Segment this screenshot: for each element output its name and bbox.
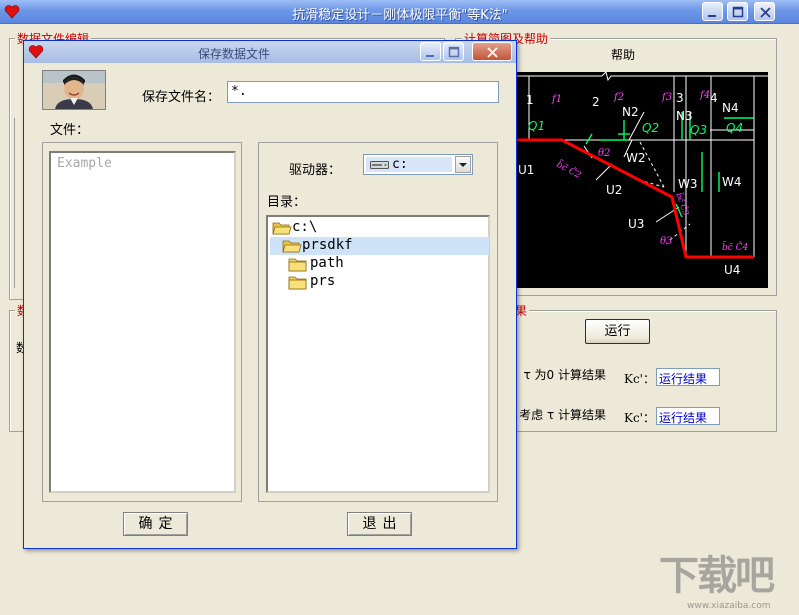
open-folder-icon [272,222,292,235]
portrait-image [43,71,105,109]
open-folder-icon [282,240,302,253]
directory-item-label: prs [310,273,336,289]
diagram-label-f3: f3 [661,92,672,103]
directory-item-root[interactable]: c:\ [270,219,486,237]
diagram-label-q3: Q3 [690,123,707,137]
files-label: 文件： [50,123,90,138]
red-heart-icon [4,5,20,19]
watermark: 下载吧 www.xiazaiba.com [659,543,789,613]
diagram-label-4: 4 [710,91,718,105]
drive-select-value: c: [366,157,452,172]
diagram-label-u1: U1 [518,163,534,177]
drive-dropdown-button[interactable] [455,156,471,173]
diagram-label-n3: N3 [676,109,693,123]
diagram-label-f1: f1 [551,94,562,105]
diagram-label-theta2: θ2 [598,148,610,159]
directory-label: 目录： [267,195,307,210]
dialog-close-button[interactable] [472,42,512,61]
diagram-label-bc2: b̃c̃ C̃2 [555,157,585,181]
ok-button[interactable]: 确定 [123,512,188,536]
dialog-titlebar: 保存数据文件 [24,41,516,63]
minimize-icon [708,15,716,17]
diagram-label-f4: f4 [699,90,710,101]
window-title: 抗滑稳定设计－刚体极限平衡"等K法" [292,8,508,23]
diagram-label-f2: f2 [613,92,624,103]
red-heart-icon [28,45,44,59]
directory-item-label: c:\ [292,219,318,235]
directory-item-prsdkf[interactable]: prsdkf [270,237,489,255]
maximize-icon [732,6,744,18]
drive-select[interactable]: c: [363,154,473,175]
result-field-tau-considered[interactable]: 运行结果 [656,407,720,425]
diagram-label-u3: U3 [628,217,644,231]
close-button[interactable] [754,2,775,21]
save-file-dialog: 保存数据文件 保存文件名： *. 文件： Example 驱动器： c: 目录：… [23,40,517,549]
drive-value-text: c: [392,157,408,172]
close-icon [487,47,498,58]
diagram-label-q4: Q4 [726,121,743,135]
result-field-tau-zero[interactable]: 运行结果 [656,368,720,386]
file-list-panel: Example [42,142,242,502]
diagram-label-bc4: b̃c̃ C̃4 [722,240,749,253]
maximize-icon [448,46,460,58]
diagram-label-w2: W2 [626,151,646,165]
diagram-label-1: 1 [526,93,534,107]
diagram-label-u4: U4 [724,263,740,277]
main-titlebar: 抗滑稳定设计－刚体极限平衡"等K法" [0,0,799,24]
diagram-label-3: 3 [676,91,684,105]
diagram-label-2: 2 [592,95,600,109]
maximize-button[interactable] [727,2,748,21]
file-list-item[interactable]: Example [51,153,234,174]
closed-folder-icon [288,276,307,290]
diagram-label-w4: W4 [722,175,742,189]
file-listbox[interactable]: Example [49,151,236,493]
minimize-button[interactable] [702,2,723,21]
dialog-minimize-button[interactable] [420,42,441,61]
watermark-text: 下载吧 [659,553,775,599]
watermark-site: www.xiazaiba.com [687,601,771,611]
directory-item-label: prsdkf [302,237,353,253]
help-label[interactable]: 帮助 [611,46,635,63]
minimize-icon [426,55,434,57]
kc-label-2: Kc'： [624,411,655,425]
closed-folder-icon [288,258,307,272]
kc-label-1: Kc'： [624,372,655,386]
diagram-label-n2: N2 [622,105,639,119]
exit-button[interactable]: 退出 [347,512,412,536]
diagram-label-u2: U2 [606,183,622,197]
calculation-diagram: 1 2 3 4 N2 N3 N4 W2 W3 W4 U1 U2 U3 U4 Q1… [514,72,768,288]
close-icon [760,7,771,18]
dialog-maximize-button[interactable] [443,42,464,61]
diagram-label-n4: N4 [722,101,739,115]
diagram-label-theta3: θ3 [660,236,672,247]
drive-label: 驱动器： [289,163,342,178]
directory-listbox[interactable]: c:\ prsdkf path prs [266,215,490,493]
filename-label: 保存文件名： [142,90,221,105]
filename-input[interactable]: *. [227,81,499,103]
diagram-label-q2: Q2 [642,121,659,135]
directory-panel: 驱动器： c: 目录： c:\ prsdkf path prs [258,142,498,502]
avatar [42,70,106,110]
run-button[interactable]: 运行 [585,319,650,344]
dialog-body: 保存文件名： *. 文件： Example 驱动器： c: 目录： c:\ pr… [24,63,516,548]
directory-item-path[interactable]: path [270,255,486,273]
hard-drive-icon [370,161,389,169]
diagram-label-w3: W3 [678,177,698,191]
dialog-title: 保存数据文件 [197,47,270,61]
directory-item-prs[interactable]: prs [270,273,486,291]
diagram-label-q1: Q1 [528,119,545,133]
directory-item-label: path [310,255,344,271]
chevron-down-icon [459,163,467,167]
